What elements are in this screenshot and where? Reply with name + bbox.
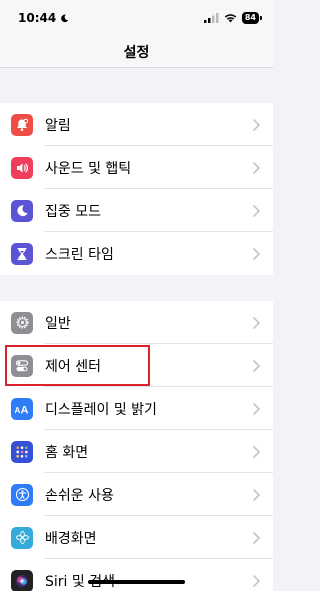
settings-row-focus[interactable]: 집중 모드	[0, 189, 273, 232]
page-title: 설정	[0, 36, 273, 68]
settings-row-label: 사운드 및 햅틱	[45, 160, 132, 177]
svg-text:A: A	[21, 404, 29, 415]
toggles-icon	[11, 354, 33, 377]
status-bar: 10:44 84	[0, 0, 273, 36]
moon-icon	[11, 199, 33, 222]
signal-icon	[203, 13, 219, 23]
settings-row-label: 집중 모드	[45, 203, 101, 220]
chevron-right-icon	[247, 488, 265, 501]
settings-row-control-center[interactable]: 제어 센터	[0, 344, 273, 387]
siri-icon	[11, 569, 33, 591]
settings-row-general[interactable]: 일반	[0, 301, 273, 344]
settings-row-accessibility[interactable]: 손쉬운 사용	[0, 473, 273, 516]
chevron-right-icon	[247, 204, 265, 217]
chevron-right-icon	[247, 247, 265, 260]
settings-row-label: 손쉬운 사용	[45, 487, 114, 504]
settings-row-notifications[interactable]: 알림	[0, 103, 273, 146]
wifi-icon	[224, 14, 237, 23]
gear-icon	[11, 311, 33, 334]
chevron-right-icon	[247, 445, 265, 458]
chevron-right-icon	[247, 359, 265, 372]
chevron-right-icon	[247, 531, 265, 544]
status-indicators: 84	[203, 12, 263, 24]
settings-row-label: 제어 센터	[45, 358, 101, 375]
status-time-group: 10:44	[18, 11, 69, 25]
settings-row-label: 스크린 타임	[45, 246, 114, 263]
settings-row-label: 일반	[45, 315, 71, 332]
home-indicator[interactable]	[88, 580, 185, 584]
settings-row-label: 알림	[45, 117, 71, 134]
settings-row-display[interactable]: A A 디스플레이 및 밝기	[0, 387, 273, 430]
chevron-right-icon	[247, 316, 265, 329]
status-time: 10:44	[18, 11, 57, 25]
settings-row-label: 디스플레이 및 밝기	[45, 401, 157, 418]
battery-icon: 84	[241, 12, 263, 24]
grid-icon	[11, 440, 33, 463]
settings-row-label: 배경화면	[45, 530, 97, 547]
text-size-icon: A A	[11, 397, 33, 420]
settings-row-screen-time[interactable]: 스크린 타임	[0, 232, 273, 275]
settings-row-sounds[interactable]: 사운드 및 햅틱	[0, 146, 273, 189]
chevron-right-icon	[247, 161, 265, 174]
bell-icon	[11, 113, 33, 136]
moon-status-icon	[61, 14, 69, 22]
settings-group-general: 일반 제어 센터 A A 디스플레이 및 밝기 홈 화면 손쉬운 사용 배경화면…	[0, 301, 273, 591]
settings-row-siri[interactable]: Siri 및 검색	[0, 559, 273, 591]
flower-icon	[11, 526, 33, 549]
accessibility-icon	[11, 483, 33, 506]
settings-row-wallpaper[interactable]: 배경화면	[0, 516, 273, 559]
chevron-right-icon	[247, 118, 265, 131]
chevron-right-icon	[247, 574, 265, 587]
settings-row-home-screen[interactable]: 홈 화면	[0, 430, 273, 473]
speaker-icon	[11, 156, 33, 179]
settings-row-label: 홈 화면	[45, 444, 89, 461]
hourglass-icon	[11, 242, 33, 265]
settings-group-notifications: 알림 사운드 및 햅틱 집중 모드 스크린 타임	[0, 103, 273, 275]
chevron-right-icon	[247, 402, 265, 415]
